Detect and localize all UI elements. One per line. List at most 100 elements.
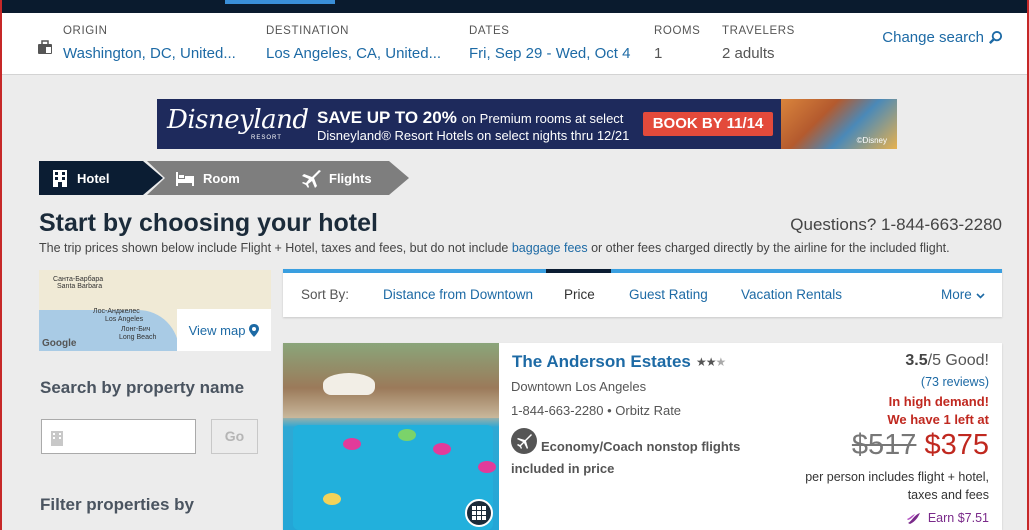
top-nav-bar	[0, 0, 1029, 13]
banner-subline: Disneyland® Resort Hotels on select nigh…	[317, 128, 630, 143]
search-property-heading: Search by property name	[40, 378, 245, 397]
hotel-card[interactable]: The Anderson Estates ★★★ Downtown Los An…	[283, 343, 1002, 530]
origin-value[interactable]: Washington, DC, United...	[63, 45, 236, 62]
search-icon	[989, 30, 1003, 44]
sort-vacation-rentals[interactable]: Vacation Rentals	[741, 273, 842, 317]
demand-alert: In high demand! We have 1 left at	[887, 393, 989, 429]
luggage-icon	[38, 40, 52, 54]
hotel-name-link[interactable]: The Anderson Estates	[512, 352, 691, 372]
map-label: Santa Barbara	[57, 283, 103, 290]
step-flights-label: Flights	[329, 170, 372, 186]
property-name-input[interactable]	[41, 419, 196, 454]
destination-value[interactable]: Los Angeles, CA, United...	[266, 45, 441, 62]
photo-float	[343, 438, 361, 450]
sort-label: Sort By:	[301, 287, 350, 302]
photo-float	[323, 493, 341, 505]
price-display: $517 $375	[852, 429, 989, 462]
step-room[interactable]: Room	[147, 161, 297, 195]
map-label: Лонг-Бич	[121, 326, 151, 333]
active-nav-indicator	[225, 0, 335, 4]
dates-field[interactable]: DATES Fri, Sep 29 - Wed, Oct 4	[469, 25, 630, 62]
sort-bar: Sort By: Distance from Downtown Price Gu…	[283, 269, 1002, 317]
hotel-photo[interactable]	[283, 343, 499, 530]
photo-gallery-button[interactable]	[465, 499, 493, 527]
photo-pool	[293, 425, 493, 530]
step-flights[interactable]: Flights	[273, 161, 409, 195]
building-icon	[53, 170, 67, 187]
map-label: Лос-Анджелес	[93, 308, 140, 315]
photo-umbrella	[323, 373, 375, 395]
banner-headline-small: on Premium rooms at select	[461, 111, 624, 126]
bed-icon	[176, 172, 194, 186]
sort-more-label: More	[941, 287, 972, 302]
rooms-value: 1	[654, 45, 663, 62]
dates-label: DATES	[469, 25, 510, 37]
grid-icon	[472, 506, 486, 520]
search-summary-bar: ORIGIN Washington, DC, United... DESTINA…	[0, 13, 1029, 75]
photo-background	[283, 343, 499, 418]
step-room-label: Room	[203, 170, 240, 186]
rating-score: 3.5	[905, 352, 928, 369]
banner-credit: ©Disney	[856, 136, 887, 145]
star-icon: ★	[705, 355, 717, 369]
banner-image: ©Disney	[781, 99, 897, 149]
go-button[interactable]: Go	[211, 419, 258, 454]
view-map-button[interactable]: View map	[177, 309, 271, 351]
origin-field[interactable]: ORIGIN Washington, DC, United...	[63, 25, 236, 62]
travelers-value: 2 adults	[722, 45, 775, 62]
change-search-link[interactable]: Change search	[882, 29, 1003, 46]
rooms-label: ROOMS	[654, 25, 701, 37]
destination-field[interactable]: DESTINATION Los Angeles, CA, United...	[266, 25, 441, 62]
google-logo: Google	[42, 338, 77, 349]
photo-float	[478, 461, 496, 473]
travelers-label: TRAVELERS	[722, 25, 795, 37]
reviews-link[interactable]: (73 reviews)	[921, 375, 989, 389]
star-rating: ★★★	[696, 355, 727, 369]
subtitle-text-before: The trip prices shown below include Flig…	[39, 241, 512, 255]
hotel-location: Downtown Los Angeles	[511, 379, 647, 394]
origin-label: ORIGIN	[63, 25, 108, 37]
banner-book-button[interactable]: BOOK BY 11/14	[643, 112, 773, 136]
half-star-icon: ★	[715, 355, 727, 369]
sort-distance[interactable]: Distance from Downtown	[383, 273, 533, 317]
guest-rating: 3.5/5 Good!	[905, 352, 989, 370]
banner-headline-big: SAVE UP TO 20%	[317, 108, 457, 127]
map-label: Los Angeles	[105, 316, 144, 323]
dates-value[interactable]: Fri, Sep 29 - Wed, Oct 4	[469, 45, 630, 62]
map-pin-icon	[249, 323, 260, 337]
disneyland-logo: Disneyland	[167, 105, 309, 135]
building-icon	[51, 431, 63, 446]
rewards-earn-label: Earn $7.51	[927, 511, 989, 525]
destination-label: DESTINATION	[266, 25, 350, 37]
demand-line-1: In high demand!	[888, 394, 989, 409]
step-hotel[interactable]: Hotel	[39, 161, 163, 195]
baggage-fees-link[interactable]: baggage fees	[512, 241, 588, 255]
support-phone: Questions? 1-844-663-2280	[790, 215, 1002, 234]
subtitle-text-after: or other fees charged directly by the ai…	[587, 241, 950, 255]
hotel-phone: 1-844-663-2280 • Orbitz Rate	[511, 403, 682, 418]
map-label: Long Beach	[119, 334, 157, 341]
filter-heading: Filter properties by	[40, 495, 194, 514]
disneyland-logo-sub: RESORT	[251, 135, 282, 141]
change-search-label: Change search	[882, 29, 984, 46]
star-icon: ★	[696, 355, 707, 369]
original-price: $517	[851, 429, 917, 461]
page-title: Start by choosing your hotel	[39, 209, 378, 237]
page-subtitle: The trip prices shown below include Flig…	[39, 241, 950, 255]
sort-price[interactable]: Price	[564, 273, 595, 317]
rewards-earn: Earn $7.51	[906, 511, 989, 525]
price-note: per person includes flight + hotel, taxe…	[805, 470, 989, 502]
rooms-field: ROOMS 1	[654, 25, 700, 62]
demand-line-2: We have 1 left at	[887, 412, 989, 427]
photo-float	[433, 443, 451, 455]
sort-guest-rating[interactable]: Guest Rating	[629, 273, 708, 317]
map-preview[interactable]: Санта-Барбара Santa Barbara Лос-Анджелес…	[39, 270, 271, 351]
photo-float	[398, 429, 416, 441]
flight-included-text: Economy/Coach nonstop flights included i…	[511, 439, 741, 476]
disneyland-ad-banner[interactable]: Disneyland RESORT SAVE UP TO 20% on Prem…	[157, 99, 897, 149]
sort-more-dropdown[interactable]: More	[941, 273, 985, 317]
view-map-label: View map	[188, 322, 246, 338]
travelers-field: TRAVELERS 2 adults	[722, 25, 795, 62]
map-label: Санта-Барбара	[53, 276, 104, 283]
chevron-down-icon	[975, 293, 985, 299]
